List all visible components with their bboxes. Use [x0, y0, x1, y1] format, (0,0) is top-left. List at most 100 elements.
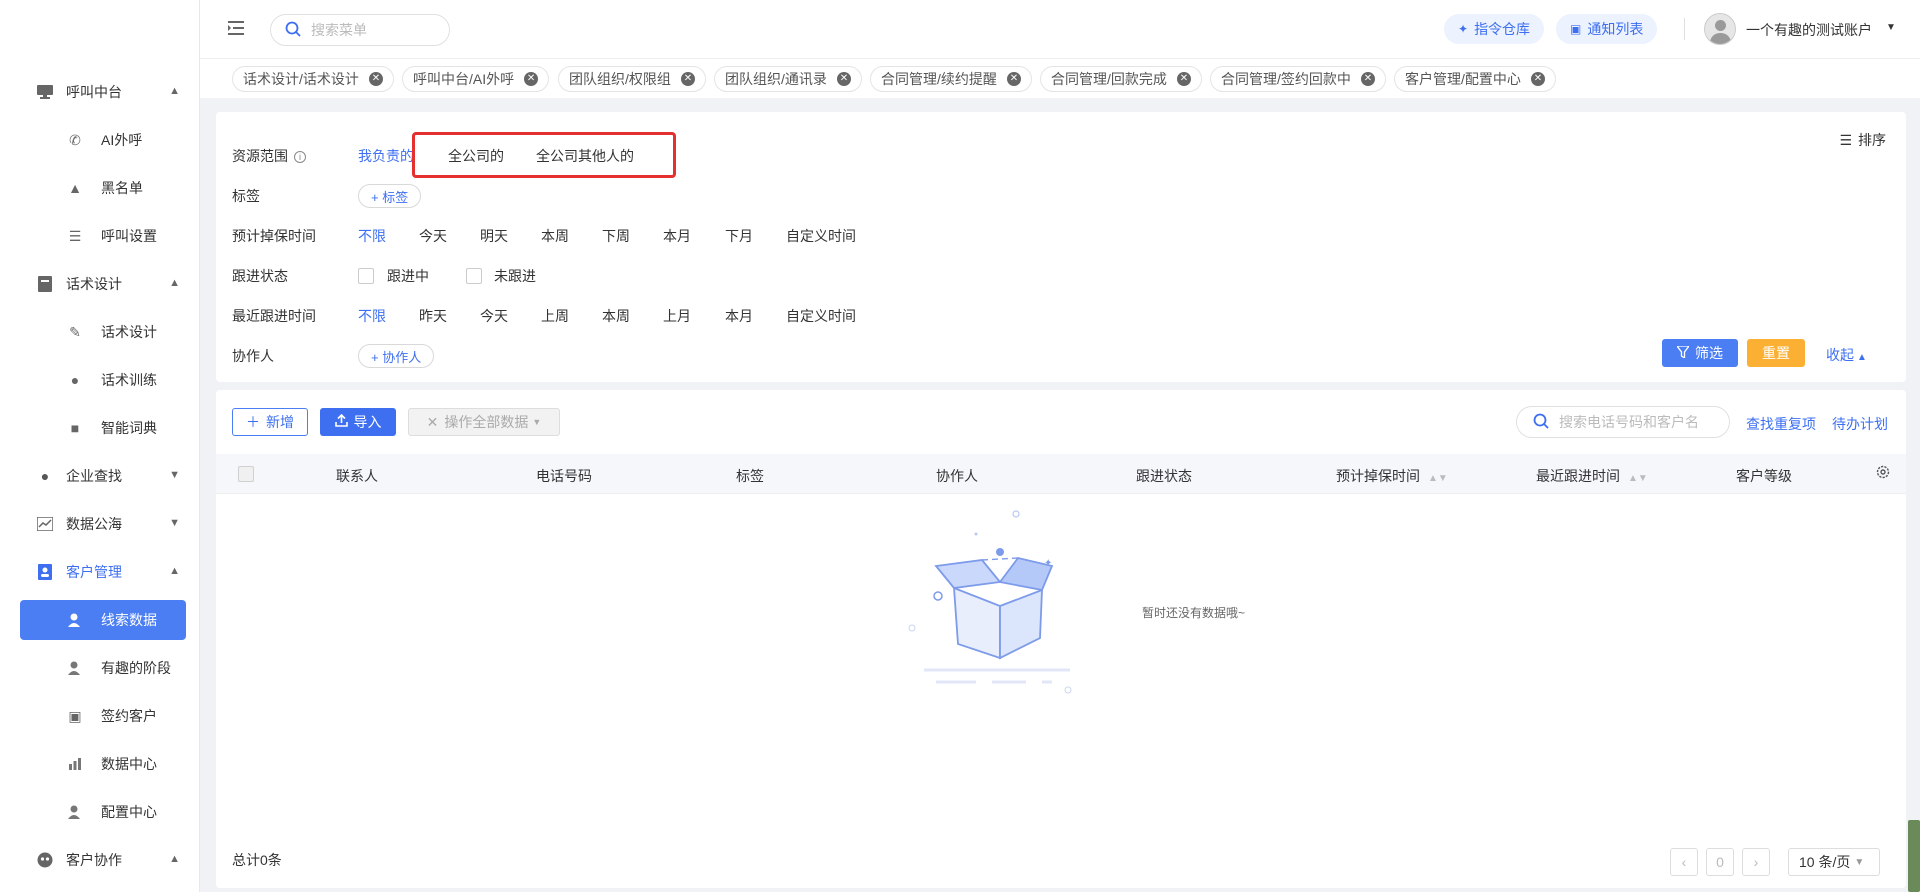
- nav-group-label: 数据公海: [66, 516, 122, 532]
- select-all-checkbox[interactable]: [238, 466, 254, 482]
- notification-icon: ▣: [1570, 22, 1582, 36]
- column-collaborator[interactable]: 协作人: [936, 466, 978, 486]
- recent-follow-option[interactable]: 昨天: [419, 306, 447, 326]
- tab-label: 团队组织/权限组: [569, 71, 671, 87]
- scope-option-mine[interactable]: 我负责的: [358, 146, 414, 166]
- column-customer-level[interactable]: 客户等级: [1736, 466, 1792, 486]
- nav-group-script-design[interactable]: 话术设计 ▲: [0, 264, 200, 304]
- expected-drop-option-custom[interactable]: 自定义时间: [786, 226, 856, 246]
- nav-group-call-center[interactable]: 呼叫中台 ▲: [0, 72, 200, 112]
- column-follow-status[interactable]: 跟进状态: [1136, 466, 1192, 486]
- avatar[interactable]: [1704, 13, 1736, 45]
- nav-group-label: 企业查找: [66, 468, 122, 484]
- page-size-select[interactable]: 10 条/页 ▼: [1788, 848, 1880, 876]
- close-icon[interactable]: ✕: [1360, 72, 1375, 86]
- column-settings-gear-icon[interactable]: [1876, 465, 1890, 482]
- table-search-input[interactable]: [1559, 414, 1729, 430]
- sidebar-item-script-training[interactable]: ● 话术训练: [20, 360, 186, 400]
- filter-label-scope: 资源范围 i: [232, 146, 306, 166]
- account-name[interactable]: 一个有趣的测试账户: [1746, 20, 1872, 40]
- recent-follow-option[interactable]: 不限: [358, 306, 386, 326]
- column-recent-follow[interactable]: 最近跟进时间 ▲▼: [1536, 466, 1648, 486]
- sidebar-item-lead-data[interactable]: 线索数据: [20, 600, 186, 640]
- recent-follow-option[interactable]: 上月: [663, 306, 691, 326]
- recent-follow-option-custom[interactable]: 自定义时间: [786, 306, 856, 326]
- current-page[interactable]: 0: [1706, 848, 1734, 876]
- tab-signing-payment[interactable]: 合同管理/签约回款中 ✕: [1210, 66, 1386, 92]
- collapse-button[interactable]: 收起 ▲: [1826, 345, 1867, 365]
- sidebar-item-blacklist[interactable]: ▲ 黑名单: [20, 168, 186, 208]
- column-contact[interactable]: 联系人: [336, 466, 378, 486]
- nav-group-customer-management[interactable]: 客户管理 ▲: [0, 552, 200, 592]
- tab-ai-call[interactable]: 呼叫中台/AI外呼 ✕: [402, 66, 550, 92]
- column-expected-drop[interactable]: 预计掉保时间 ▲▼: [1336, 466, 1448, 486]
- follow-status-checkbox-following[interactable]: [358, 268, 374, 284]
- column-tag[interactable]: 标签: [736, 466, 764, 486]
- next-page-button[interactable]: ›: [1742, 848, 1770, 876]
- follow-status-label-following[interactable]: 跟进中: [387, 266, 429, 286]
- close-icon[interactable]: ✕: [1530, 72, 1545, 86]
- menu-toggle-icon[interactable]: [228, 20, 246, 36]
- close-icon[interactable]: ✕: [368, 72, 383, 86]
- close-icon[interactable]: ✕: [680, 72, 695, 86]
- follow-status-label-unfollowed[interactable]: 未跟进: [494, 266, 536, 286]
- lead-table-panel: ＋ 新增 导入 ✕ 操作全部数据 ▼ 查找重复项 待办计划 联系人 电话号码 标…: [216, 390, 1906, 888]
- close-icon[interactable]: ✕: [836, 72, 851, 86]
- caret-down-icon[interactable]: ▼: [1886, 22, 1896, 33]
- menu-search[interactable]: [270, 14, 450, 46]
- expected-drop-option[interactable]: 明天: [480, 226, 508, 246]
- tab-payment-complete[interactable]: 合同管理/回款完成 ✕: [1040, 66, 1202, 92]
- column-phone[interactable]: 电话号码: [536, 466, 592, 486]
- nav-group-customer-collab[interactable]: 客户协作 ▲: [0, 840, 200, 880]
- tab-permission-group[interactable]: 团队组织/权限组 ✕: [558, 66, 706, 92]
- tab-address-book[interactable]: 团队组织/通讯录 ✕: [714, 66, 862, 92]
- expected-drop-option[interactable]: 今天: [419, 226, 447, 246]
- chevron-down-icon: ▼: [169, 517, 180, 529]
- recent-follow-option[interactable]: 本周: [602, 306, 630, 326]
- nav-group-data-pool[interactable]: 数据公海 ▼: [0, 504, 200, 544]
- sort-button[interactable]: ☰ 排序: [1839, 130, 1886, 150]
- page-scrollbar[interactable]: [1908, 820, 1920, 892]
- filter-button[interactable]: 筛选: [1662, 339, 1738, 367]
- table-search[interactable]: [1516, 406, 1730, 438]
- expected-drop-option[interactable]: 下周: [602, 226, 630, 246]
- close-icon[interactable]: ✕: [1176, 72, 1191, 86]
- follow-status-checkbox-unfollowed[interactable]: [466, 268, 482, 284]
- bulk-operations-button[interactable]: ✕ 操作全部数据 ▼: [408, 408, 560, 436]
- sort-icon[interactable]: ▲▼: [1428, 473, 1448, 484]
- sidebar-item-config-center[interactable]: 配置中心: [20, 792, 186, 832]
- sidebar-item-ai-call[interactable]: ✆ AI外呼: [20, 120, 186, 160]
- expected-drop-option[interactable]: 本月: [663, 226, 691, 246]
- command-library-button[interactable]: ✦ 指令仓库: [1444, 14, 1545, 44]
- recent-follow-option[interactable]: 今天: [480, 306, 508, 326]
- reset-button[interactable]: 重置: [1747, 339, 1805, 367]
- recent-follow-option[interactable]: 本月: [725, 306, 753, 326]
- sidebar-item-script-design[interactable]: ✎ 话术设计: [20, 312, 186, 352]
- find-duplicates-link[interactable]: 查找重复项: [1746, 414, 1816, 434]
- menu-search-input[interactable]: [311, 22, 431, 38]
- tab-config-center[interactable]: 客户管理/配置中心 ✕: [1394, 66, 1556, 92]
- info-icon: i: [294, 151, 306, 164]
- sidebar-item-stages[interactable]: 有趣的阶段: [20, 648, 186, 688]
- tab-renewal-reminder[interactable]: 合同管理/续约提醒 ✕: [870, 66, 1032, 92]
- add-tag-button[interactable]: + 标签: [358, 184, 422, 208]
- sidebar-item-call-settings[interactable]: ☰ 呼叫设置: [20, 216, 186, 256]
- add-new-button[interactable]: ＋ 新增: [232, 408, 308, 436]
- sidebar-item-data-center[interactable]: 数据中心: [20, 744, 186, 784]
- nav-group-company-search[interactable]: ● 企业查找 ▼: [0, 456, 200, 496]
- sort-icon[interactable]: ▲▼: [1628, 473, 1648, 484]
- tab-script-design[interactable]: 话术设计/话术设计 ✕: [232, 66, 394, 92]
- close-icon[interactable]: ✕: [1006, 72, 1021, 86]
- sidebar-item-smart-dictionary[interactable]: ■ 智能词典: [20, 408, 186, 448]
- expected-drop-option[interactable]: 本周: [541, 226, 569, 246]
- expected-drop-option[interactable]: 下月: [725, 226, 753, 246]
- import-button[interactable]: 导入: [320, 408, 396, 436]
- notification-list-button[interactable]: ▣ 通知列表: [1556, 14, 1658, 44]
- expected-drop-option[interactable]: 不限: [358, 226, 386, 246]
- add-collaborator-button[interactable]: + 协作人: [358, 344, 435, 368]
- recent-follow-option[interactable]: 上周: [541, 306, 569, 326]
- sidebar-item-signed-customers[interactable]: ▣ 签约客户: [20, 696, 186, 736]
- close-icon[interactable]: ✕: [524, 72, 539, 86]
- prev-page-button[interactable]: ‹: [1670, 848, 1698, 876]
- todo-plan-link[interactable]: 待办计划: [1832, 414, 1888, 434]
